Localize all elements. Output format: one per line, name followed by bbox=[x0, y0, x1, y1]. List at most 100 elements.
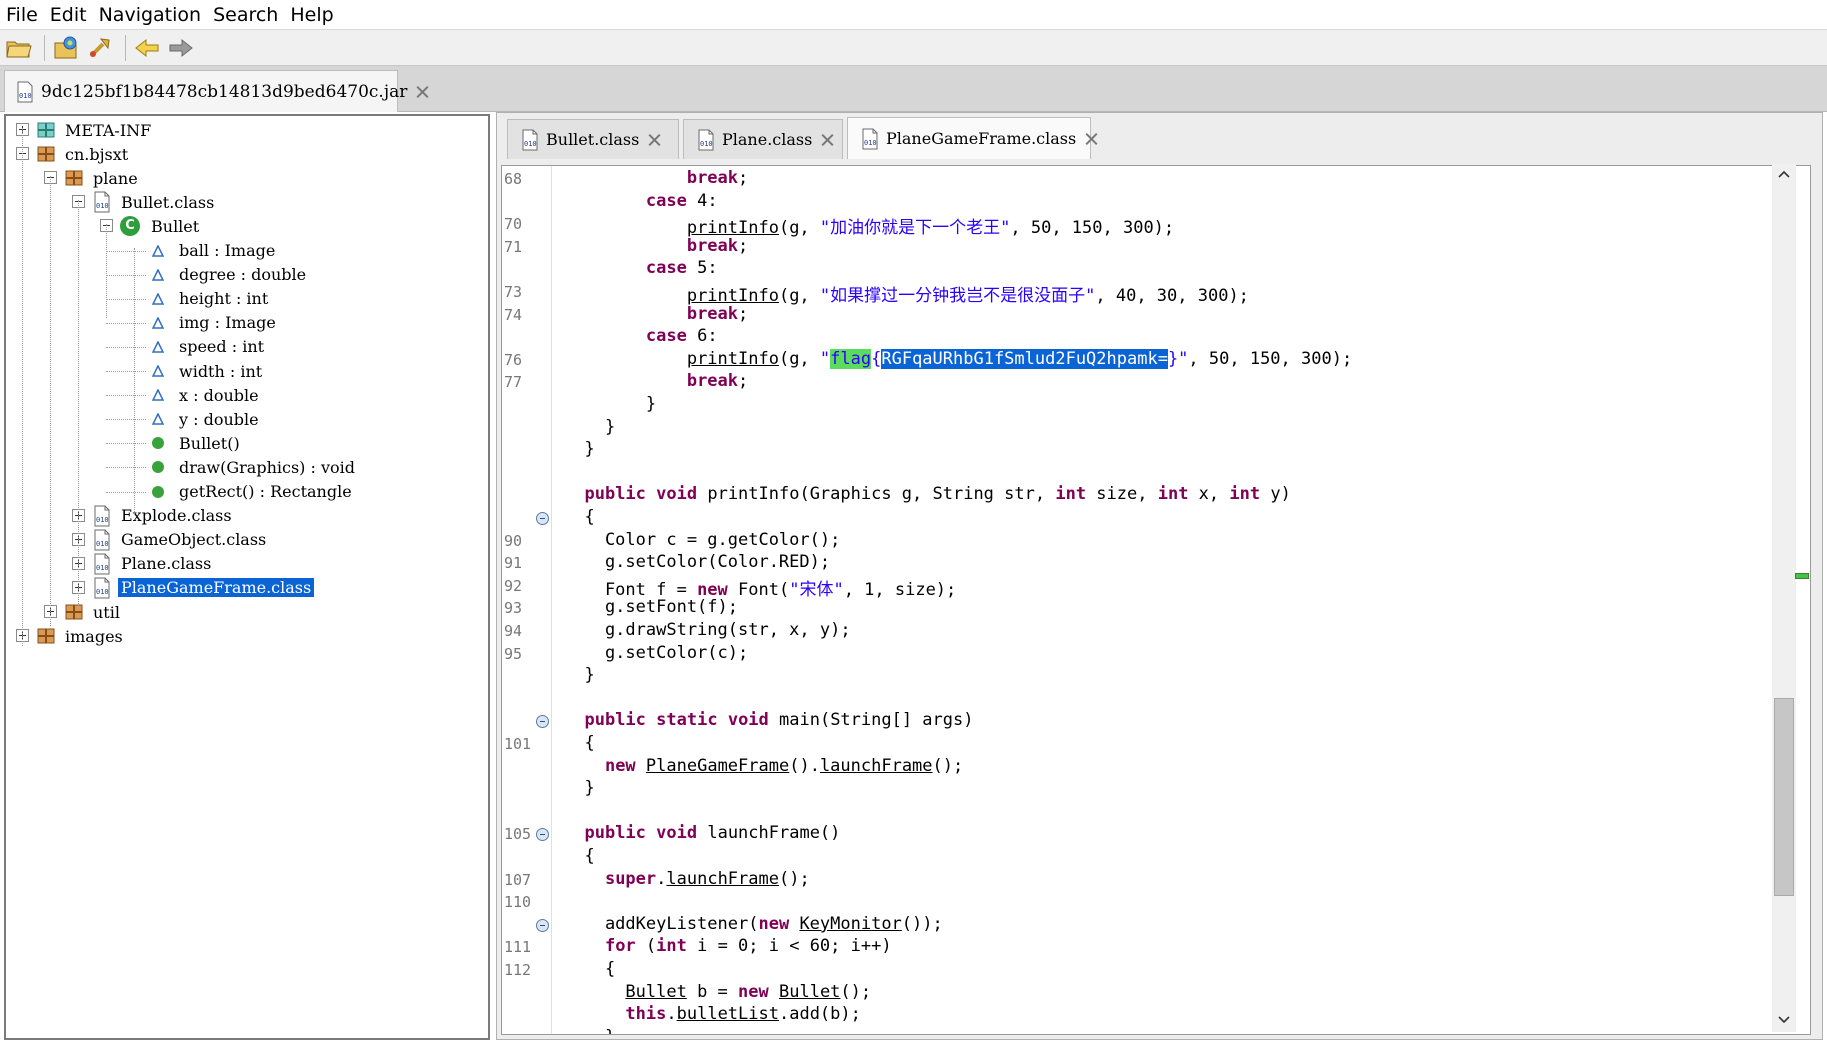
tree-connector bbox=[22, 128, 23, 646]
line-number-gutter: 68 70 71 73 74 76 77 90 91 92 93 94 95 101 105 107 110 11… bbox=[502, 166, 552, 1034]
fold-toggle-icon[interactable] bbox=[536, 715, 549, 729]
code-token: 5: bbox=[686, 258, 718, 279]
svg-text:010: 010 bbox=[96, 202, 109, 210]
package-icon bbox=[65, 170, 83, 186]
tree-connector bbox=[106, 395, 146, 397]
file-tab-jar[interactable]: 010 9dc125bf1b84478cb14813d9bed6470c.jar bbox=[4, 70, 407, 112]
tree-node[interactable]: cn.bjsxt bbox=[36, 142, 131, 166]
code-token: this bbox=[625, 1004, 667, 1025]
back-button[interactable] bbox=[132, 33, 162, 63]
tree-node-label: degree : double bbox=[179, 265, 307, 285]
go-button[interactable] bbox=[85, 33, 115, 63]
code-token: }" bbox=[1167, 348, 1189, 369]
tree-node[interactable]: Bullet() bbox=[148, 431, 243, 455]
code-token: launchFrame bbox=[819, 755, 933, 776]
scroll-up-icon[interactable] bbox=[1778, 170, 1790, 178]
code-line: Color c = g.getColor(); bbox=[564, 530, 840, 550]
tree-node-label: PlaneGameFrame.class bbox=[118, 578, 315, 598]
code-token: , 50, 150, 300); bbox=[1188, 348, 1353, 369]
vertical-scrollbar[interactable] bbox=[1772, 164, 1796, 1032]
search-match-marker bbox=[1795, 573, 1809, 579]
code-line: break; bbox=[564, 168, 748, 188]
tree-node[interactable]: img : Image bbox=[148, 311, 279, 335]
tree-node[interactable]: getRect() : Rectangle bbox=[148, 480, 355, 504]
tree-node[interactable]: images bbox=[36, 624, 126, 648]
tree-node[interactable]: draw(Graphics) : void bbox=[148, 455, 358, 479]
package-icon bbox=[37, 628, 55, 644]
open-file-button[interactable] bbox=[4, 33, 34, 63]
editor-tab-label: Bullet.class bbox=[546, 130, 640, 149]
menu-search[interactable]: Search bbox=[211, 4, 286, 26]
tree-node[interactable]: ball : Image bbox=[148, 239, 278, 263]
tree-node[interactable]: speed : int bbox=[148, 335, 267, 359]
code-token: int bbox=[1055, 484, 1087, 505]
tree-connector bbox=[106, 322, 146, 324]
tree-node[interactable]: degree : double bbox=[148, 263, 309, 287]
package-icon bbox=[65, 604, 83, 620]
forward-button[interactable] bbox=[166, 33, 196, 63]
tree-node[interactable]: 010 Bullet.class bbox=[92, 190, 217, 214]
scroll-down-icon[interactable] bbox=[1778, 1016, 1790, 1024]
tree-node[interactable]: META-INF bbox=[36, 118, 154, 142]
tree-node[interactable]: 010 PlaneGameFrame.class bbox=[92, 576, 315, 600]
open-multi-button[interactable] bbox=[51, 33, 81, 63]
code-line: } bbox=[564, 394, 656, 414]
fold-toggle-icon[interactable] bbox=[536, 918, 549, 932]
svg-text:010: 010 bbox=[96, 564, 109, 572]
code-token: RGFqaURhbG1fSmlud2FuQ2hpamk= bbox=[881, 348, 1168, 369]
tree-node[interactable]: 010 Plane.class bbox=[92, 552, 214, 576]
close-icon[interactable] bbox=[647, 133, 661, 147]
editor-tab[interactable]: 010 Bullet.class bbox=[507, 119, 679, 159]
tree-node[interactable]: C Bullet bbox=[120, 214, 202, 238]
field-icon bbox=[152, 389, 164, 401]
method-icon bbox=[152, 461, 164, 474]
code-view[interactable]: 68 70 71 73 74 76 77 90 91 92 93 94 95 101 105 107 110 11… bbox=[501, 165, 1811, 1035]
class-file-icon: 010 bbox=[94, 577, 110, 599]
close-icon[interactable] bbox=[820, 133, 834, 147]
close-icon[interactable] bbox=[1084, 132, 1090, 146]
code-token: ()); bbox=[901, 913, 943, 934]
code-token: (); bbox=[840, 981, 872, 1002]
code-token: ; bbox=[738, 235, 749, 256]
code-token: , 40, 30, 300); bbox=[1095, 286, 1249, 306]
line-number: 77 bbox=[504, 373, 523, 392]
tree-node[interactable]: x : double bbox=[148, 383, 262, 407]
code-token: . bbox=[656, 868, 667, 889]
code-token: static bbox=[656, 710, 718, 731]
tree-connector bbox=[106, 371, 146, 372]
menu-file[interactable]: File bbox=[4, 4, 46, 26]
class-tree: META-INF cn.bjsxt plane 010 Bullet.class C Bul… bbox=[4, 114, 490, 1040]
editor-tab[interactable]: 010 PlaneGameFrame.class bbox=[847, 117, 1091, 159]
code-token: launchFrame() bbox=[697, 823, 841, 844]
tree-node[interactable]: 010 Explode.class bbox=[92, 504, 235, 528]
menu-help[interactable]: Help bbox=[288, 4, 341, 26]
line-number: 94 bbox=[504, 622, 523, 640]
svg-text:010: 010 bbox=[864, 139, 877, 147]
tree-node[interactable]: plane bbox=[64, 166, 141, 190]
tree-node[interactable]: 010 GameObject.class bbox=[92, 528, 269, 552]
menu-bar: File Edit Navigation Search Help bbox=[0, 0, 1827, 29]
tree-node[interactable]: util bbox=[64, 600, 123, 624]
scrollbar-thumb[interactable] bbox=[1774, 698, 1794, 896]
editor-tab[interactable]: 010 Plane.class bbox=[683, 119, 843, 159]
code-line: } bbox=[564, 665, 594, 685]
code-token: g.drawString(str, x, y); bbox=[564, 620, 851, 640]
class-file-icon: 010 bbox=[522, 129, 538, 150]
tree-node-label: x : double bbox=[179, 385, 259, 405]
menu-edit[interactable]: Edit bbox=[48, 4, 95, 26]
tree-node[interactable]: height : int bbox=[148, 287, 271, 311]
class-file-icon: 010 bbox=[94, 553, 110, 575]
fold-toggle-icon[interactable] bbox=[536, 828, 549, 842]
code-line: { bbox=[564, 507, 594, 527]
code-token: new bbox=[738, 981, 769, 1002]
forward-arrow-icon bbox=[169, 38, 193, 57]
fold-toggle-icon[interactable] bbox=[536, 512, 549, 525]
tree-node[interactable]: y : double bbox=[148, 407, 262, 431]
menu-navigation[interactable]: Navigation bbox=[97, 4, 209, 26]
code-line: break; bbox=[564, 371, 748, 391]
tree-node[interactable]: width : int bbox=[148, 359, 265, 383]
